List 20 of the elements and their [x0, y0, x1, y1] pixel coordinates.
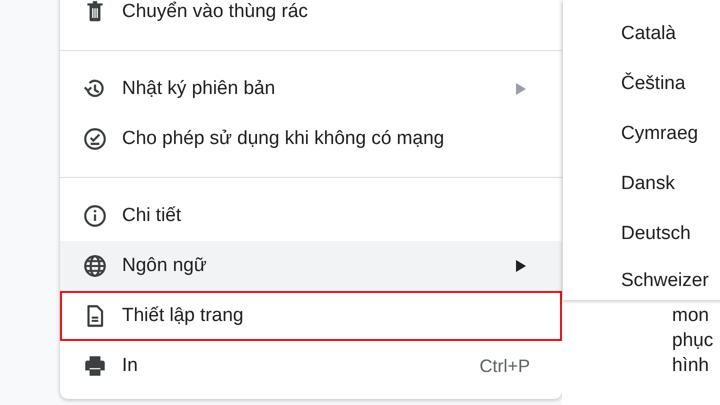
language-option[interactable]: Deutsch [563, 209, 720, 259]
language-option[interactable]: Dansk [563, 159, 720, 209]
menu-item[interactable]: Nhật ký phiên bản [60, 64, 562, 114]
shortcut-text: Ctrl+P [479, 356, 530, 376]
language-option[interactable]: Cymraeg [563, 109, 720, 159]
menu-item[interactable]: Chuyển vào thùng rác [60, 0, 562, 37]
menu-item[interactable]: In Ctrl+P [60, 341, 562, 391]
document-text: mon [672, 304, 710, 328]
menu-item[interactable]: Chi tiết [60, 191, 562, 241]
language-option[interactable]: Čeština [563, 59, 720, 109]
document-text: phục [672, 329, 714, 353]
globe-icon [82, 253, 108, 279]
language-option[interactable]: Schweizer [563, 259, 720, 300]
document-text: hình [672, 354, 710, 378]
menu-item[interactable]: Ngôn ngữ [60, 241, 562, 291]
info-icon [82, 203, 108, 229]
menu-item[interactable]: Thiết lập trang [60, 291, 562, 341]
language-option[interactable]: Català [563, 9, 720, 59]
menu-item[interactable]: Cho phép sử dụng khi không có mạng [60, 114, 562, 164]
offline-check-icon [82, 126, 108, 152]
